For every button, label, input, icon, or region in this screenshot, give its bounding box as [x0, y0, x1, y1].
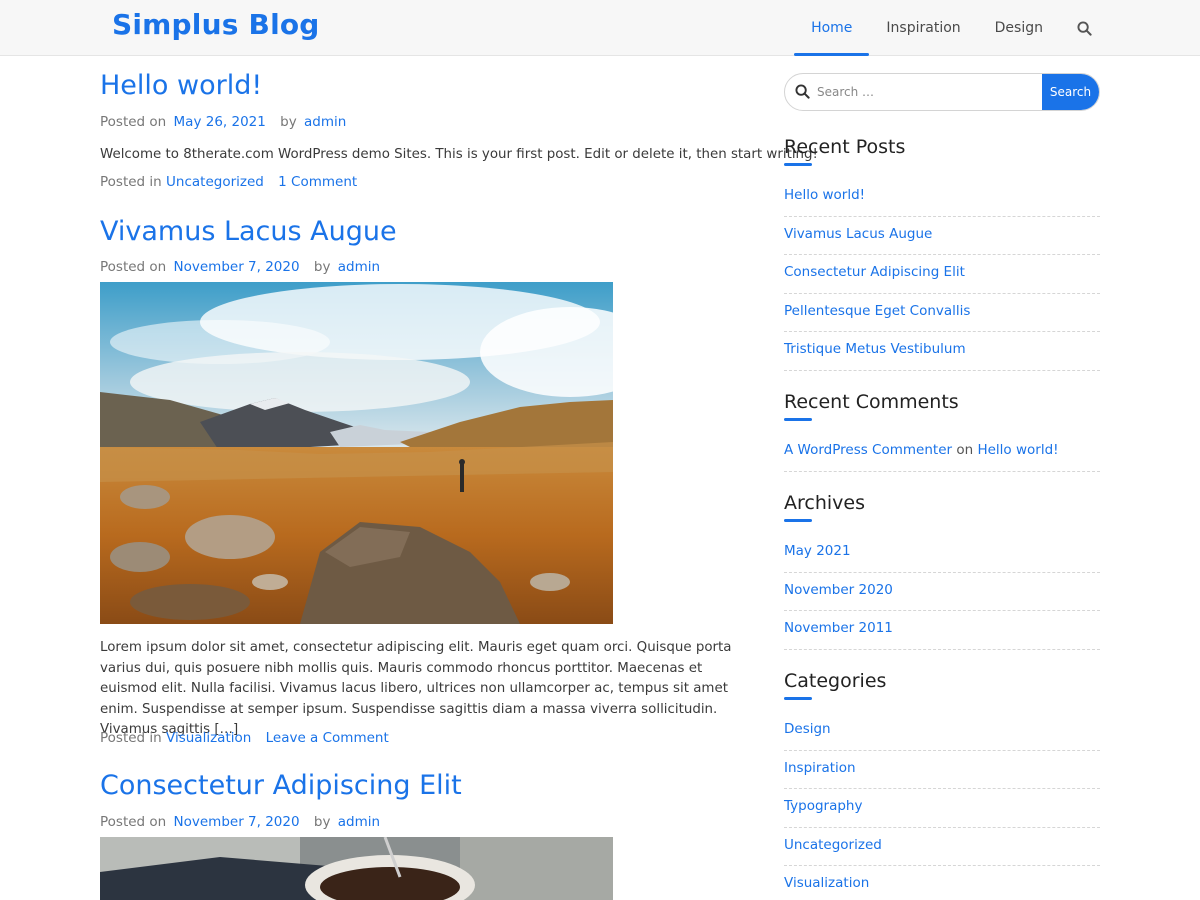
categories-widget: Categories Design Inspiration Typography… [784, 670, 1100, 900]
archive-link[interactable]: November 2011 [784, 620, 893, 636]
list-item: Uncategorized [784, 828, 1100, 866]
post-title-link[interactable]: Vivamus Lacus Augue [100, 216, 397, 247]
list-item: May 2021 [784, 534, 1100, 573]
list-item: Typography [784, 789, 1100, 828]
post-meta: Posted on May 26, 2021 by admin [100, 114, 760, 130]
category-link[interactable]: Uncategorized [784, 837, 882, 853]
post-featured-image[interactable] [100, 837, 613, 900]
post-title[interactable]: Consectetur Adipiscing Elit [100, 770, 760, 801]
recent-comments-widget: Recent Comments A WordPress Commenter on… [784, 391, 1100, 472]
archives-widget: Archives May 2021 November 2020 November… [784, 492, 1100, 650]
category-link[interactable]: Visualization [784, 875, 869, 891]
by-label: by [313, 814, 331, 830]
list-item: Inspiration [784, 751, 1100, 789]
category-link[interactable]: Inspiration [784, 760, 856, 776]
coffee-cup-image [100, 837, 613, 900]
recent-post-link[interactable]: Consectetur Adipiscing Elit [784, 264, 965, 280]
post-meta: Posted on November 7, 2020 by admin [100, 814, 760, 830]
posted-in-label: Posted in [100, 173, 162, 190]
widget-title: Recent Posts [784, 136, 1100, 166]
recent-post-link[interactable]: Tristique Metus Vestibulum [784, 341, 966, 357]
list-item: November 2020 [784, 573, 1100, 611]
post-title[interactable]: Hello world! [100, 70, 760, 101]
comment-author-link[interactable]: A WordPress Commenter [784, 442, 952, 458]
category-link[interactable]: Typography [784, 798, 862, 814]
post-category-link[interactable]: Visualization [166, 730, 251, 746]
sidebar-search-input[interactable] [817, 74, 1041, 110]
post-consectetur-adipiscing-elit: Consectetur Adipiscing Elit Posted on No… [100, 770, 760, 900]
recent-post-link[interactable]: Pellentesque Eget Convallis [784, 303, 970, 319]
posted-on-label: Posted on [100, 259, 167, 275]
nav-item-home[interactable]: Home [794, 0, 870, 56]
main-nav: Home Inspiration Design [794, 0, 1104, 56]
archive-link[interactable]: November 2020 [784, 582, 893, 598]
category-link[interactable]: Design [784, 721, 831, 737]
post-excerpt: Welcome to 8therate.com WordPress demo S… [100, 147, 818, 162]
categories-list: Design Inspiration Typography Uncategori… [784, 712, 1100, 900]
post-footer: Posted in Visualization Leave a Comment [100, 730, 389, 746]
post-date-link[interactable]: November 7, 2020 [174, 259, 300, 275]
recent-post-link[interactable]: Hello world! [784, 187, 865, 203]
post-meta: Posted on November 7, 2020 by admin [100, 259, 760, 275]
posted-in-label: Posted in [100, 730, 162, 746]
nav-search-button[interactable] [1064, 0, 1104, 56]
post-category-link[interactable]: Uncategorized [166, 174, 264, 190]
list-item: Tristique Metus Vestibulum [784, 332, 1100, 371]
post-author-link[interactable]: admin [338, 259, 380, 275]
list-item: Consectetur Adipiscing Elit [784, 255, 1100, 294]
post-date-link[interactable]: November 7, 2020 [174, 814, 300, 830]
list-item: November 2011 [784, 611, 1100, 650]
list-item: Hello world! [784, 178, 1100, 217]
recent-posts-widget: Recent Posts Hello world! Vivamus Lacus … [784, 136, 1100, 371]
recent-comments-list: A WordPress Commenter on Hello world! [784, 433, 1100, 472]
archives-list: May 2021 November 2020 November 2011 [784, 534, 1100, 650]
post-comments-link[interactable]: Leave a Comment [266, 730, 389, 746]
nav-item-design[interactable]: Design [978, 0, 1060, 56]
on-label: on [956, 442, 974, 458]
sidebar-search-form: Search [784, 73, 1100, 111]
list-item: Vivamus Lacus Augue [784, 217, 1100, 255]
list-item: Pellentesque Eget Convallis [784, 294, 1100, 332]
site-title[interactable]: Simplus Blog [112, 8, 320, 41]
recent-post-link[interactable]: Vivamus Lacus Augue [784, 226, 932, 242]
search-icon [1076, 20, 1092, 36]
search-icon [795, 84, 810, 99]
post-excerpt: Lorem ipsum dolor sit amet, consectetur … [100, 640, 732, 737]
list-item: Design [784, 712, 1100, 751]
post-hello-world: Hello world! Posted on May 26, 2021 by a… [100, 70, 818, 190]
post-featured-image[interactable] [100, 282, 613, 624]
post-title[interactable]: Vivamus Lacus Augue [100, 216, 760, 247]
sidebar-search-button[interactable]: Search [1042, 74, 1099, 110]
list-item: Visualization [784, 866, 1100, 900]
post-title-link[interactable]: Hello world! [100, 70, 262, 101]
nav-item-inspiration[interactable]: Inspiration [869, 0, 977, 56]
post-date-link[interactable]: May 26, 2021 [174, 114, 266, 130]
post-comments-link[interactable]: 1 Comment [278, 174, 357, 190]
posted-on-label: Posted on [100, 114, 167, 130]
by-label: by [280, 114, 297, 130]
post-vivamus-lacus-augue: Vivamus Lacus Augue Posted on November 7… [100, 216, 760, 746]
site-header: Simplus Blog Home Inspiration Design [0, 0, 1200, 56]
post-footer: Posted in Uncategorized 1 Comment [100, 174, 760, 190]
widget-title: Categories [784, 670, 1100, 700]
list-item: A WordPress Commenter on Hello world! [784, 433, 1100, 472]
post-title-link[interactable]: Consectetur Adipiscing Elit [100, 770, 462, 801]
recent-posts-list: Hello world! Vivamus Lacus Augue Consect… [784, 178, 1100, 371]
post-author-link[interactable]: admin [338, 814, 380, 830]
widget-title: Archives [784, 492, 1100, 522]
archive-link[interactable]: May 2021 [784, 543, 851, 559]
mountain-landscape-image [100, 282, 613, 624]
post-author-link[interactable]: admin [304, 114, 346, 130]
widget-title: Recent Comments [784, 391, 1100, 421]
comment-post-link[interactable]: Hello world! [977, 442, 1058, 458]
by-label: by [313, 259, 331, 275]
posted-on-label: Posted on [100, 814, 167, 830]
